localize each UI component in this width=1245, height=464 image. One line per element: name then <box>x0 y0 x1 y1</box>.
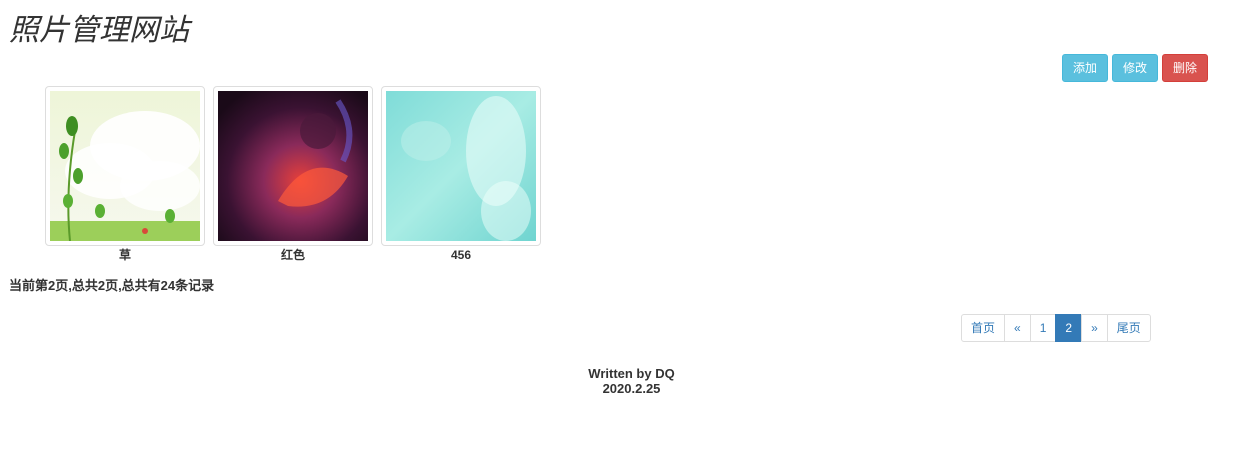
first-page-link[interactable]: 首页 <box>961 314 1006 342</box>
photo-thumbnail[interactable] <box>381 86 541 246</box>
photo-card[interactable]: 红色 <box>213 86 373 262</box>
cyan-photo-image <box>386 91 536 241</box>
photo-thumbnail[interactable] <box>45 86 205 246</box>
pagination: 首页 « 1 2 » 尾页 <box>961 314 1151 342</box>
photo-card[interactable]: 456 <box>381 86 541 262</box>
next-page-link[interactable]: » <box>1081 314 1108 342</box>
add-button[interactable]: 添加 <box>1061 54 1108 82</box>
page-link-1[interactable]: 1 <box>1029 314 1057 342</box>
toolbar: 添加 修改 删除 <box>1061 54 1208 82</box>
photo-thumbnail[interactable] <box>213 86 373 246</box>
page-title: 照片管理网站 <box>9 14 189 47</box>
photo-caption: 红色 <box>280 248 305 262</box>
footer: Written by DQ 2020.2.25 <box>0 366 1245 396</box>
grass-photo-image <box>50 91 200 241</box>
footer-date: 2020.2.25 <box>602 381 661 396</box>
delete-button[interactable]: 删除 <box>1161 54 1208 82</box>
edit-button[interactable]: 修改 <box>1111 54 1158 82</box>
last-page-link[interactable]: 尾页 <box>1106 314 1151 342</box>
photo-card[interactable]: 草 <box>45 86 205 262</box>
page-link-2[interactable]: 2 <box>1055 314 1083 342</box>
footer-author: Written by DQ <box>588 366 675 381</box>
record-info: 当前第2页,总共2页,总共有24条记录 <box>9 278 215 293</box>
photo-caption: 草 <box>118 248 131 262</box>
photo-gallery: 草 红色 456 <box>45 86 541 262</box>
photo-caption: 456 <box>450 248 472 262</box>
prev-page-link[interactable]: « <box>1004 314 1031 342</box>
nebula-photo-image <box>218 91 368 241</box>
